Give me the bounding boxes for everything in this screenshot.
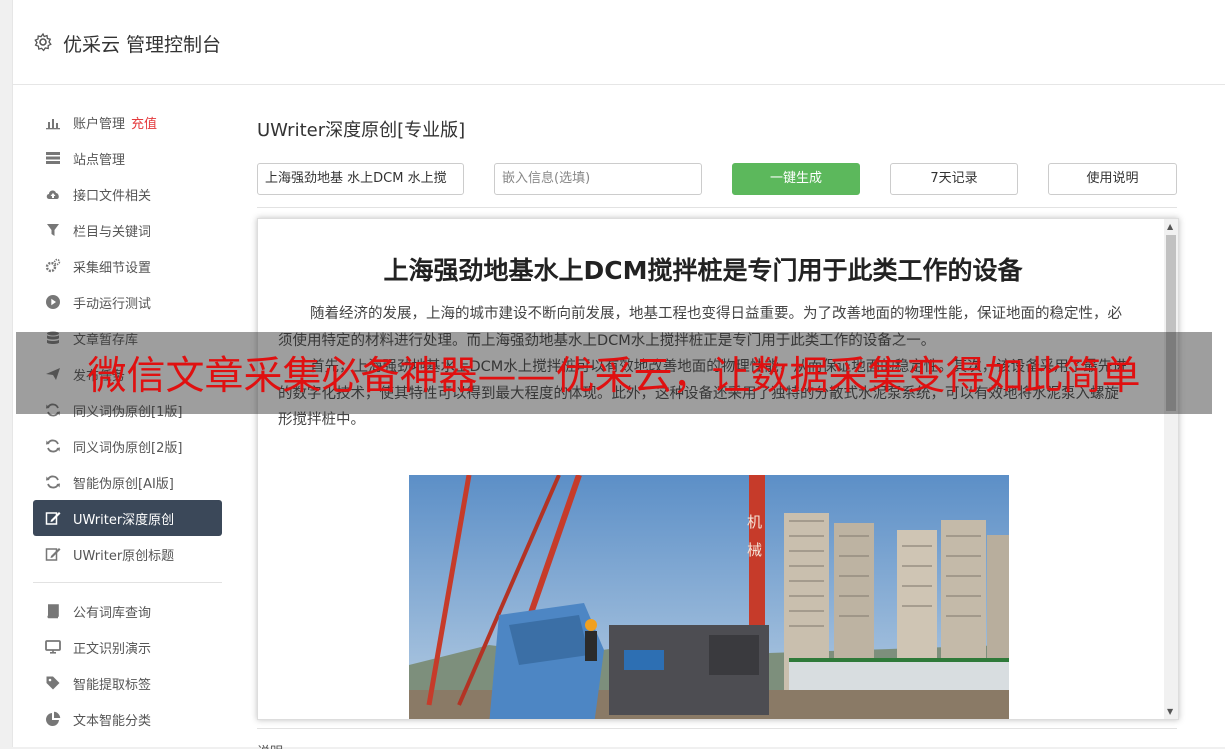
- sidebar: 账户管理 充值 站点管理 接口文件相关 栏目与关键词 采集细节设置 手动运行测试 文章暂存库发…: [33, 104, 243, 737]
- pie-chart-icon: [45, 711, 61, 727]
- edit-icon: [45, 510, 61, 526]
- notes-label: 说明: [257, 741, 283, 749]
- gear-icon: [33, 32, 53, 52]
- overlay-banner: 微信文章采集必备神器——优采云，让数据采集变得如此简单: [16, 332, 1212, 414]
- sidebar-item-server[interactable]: 站点管理: [33, 140, 222, 176]
- gears-icon: [45, 258, 61, 274]
- rig-lettering: 机: [747, 513, 762, 531]
- generate-button[interactable]: 一键生成: [732, 163, 860, 195]
- sidebar-item-label: 采集细节设置: [73, 260, 152, 276]
- article-editor[interactable]: 上海强劲地基水上DCM搅拌桩是专门用于此类工作的设备 随着经济的发展，上海的城市…: [257, 218, 1179, 720]
- server-icon: [45, 150, 61, 166]
- article-title: 上海强劲地基水上DCM搅拌桩是专门用于此类工作的设备: [383, 256, 1023, 285]
- divider: [257, 207, 1177, 208]
- sidebar-item-label: 智能伪原创[AI版]: [73, 476, 174, 492]
- book-icon: [45, 603, 61, 619]
- sidebar-divider: [33, 582, 222, 583]
- sidebar-item-filter[interactable]: 栏目与关键词: [33, 212, 222, 248]
- sidebar-item-label: 栏目与关键词: [73, 224, 152, 240]
- sidebar-item-label: 正文识别演示: [73, 641, 152, 657]
- sidebar-item-gears[interactable]: 采集细节设置: [33, 248, 222, 284]
- sidebar-item-label: 智能提取标签: [73, 677, 152, 693]
- editor-scrollbar[interactable]: ▲ ▼: [1164, 219, 1178, 719]
- sidebar-item-edit[interactable]: UWriter原创标题: [33, 536, 222, 572]
- app-title: 优采云 管理控制台: [63, 34, 222, 56]
- help-button[interactable]: 使用说明: [1048, 163, 1177, 195]
- scroll-down-icon[interactable]: ▼: [1167, 707, 1173, 716]
- sidebar-item-play[interactable]: 手动运行测试: [33, 284, 222, 320]
- cloud-upload-icon: [45, 186, 61, 202]
- article-photo: 机 械: [409, 475, 1009, 719]
- sidebar-item-refresh[interactable]: 同义词伪原创[2版]: [33, 428, 222, 464]
- keyword-input[interactable]: 上海强劲地基 水上DCM 水上搅: [257, 163, 464, 195]
- sidebar-item-monitor[interactable]: 正文识别演示: [33, 629, 222, 665]
- embed-info-input[interactable]: 嵌入信息(选填): [494, 163, 702, 195]
- bar-chart-icon: [45, 114, 61, 130]
- sidebar-item-label: 公有词库查询: [73, 605, 152, 621]
- edit-icon: [45, 546, 61, 562]
- sidebar-item-cloud-upload[interactable]: 接口文件相关: [33, 176, 222, 212]
- tag-icon: [45, 675, 61, 691]
- sidebar-item-label: UWriter深度原创: [73, 512, 175, 528]
- recharge-link[interactable]: 充值: [131, 113, 157, 132]
- refresh-icon: [45, 438, 61, 454]
- sidebar-item-label: 账户管理: [73, 116, 126, 132]
- play-icon: [45, 294, 61, 310]
- sidebar-item-refresh[interactable]: 智能伪原创[AI版]: [33, 464, 222, 500]
- sidebar-item-label: 同义词伪原创[2版]: [73, 440, 183, 456]
- scroll-up-icon[interactable]: ▲: [1167, 222, 1173, 231]
- sidebar-item-label: UWriter原创标题: [73, 548, 175, 564]
- sidebar-item-bar-chart[interactable]: 账户管理 充值: [33, 104, 222, 140]
- sidebar-item-edit[interactable]: UWriter深度原创: [33, 500, 222, 536]
- sidebar-item-label: 站点管理: [73, 152, 126, 168]
- sidebar-item-label: 文本智能分类: [73, 713, 152, 729]
- rig-lettering: 械: [747, 541, 762, 559]
- sidebar-item-label: 手动运行测试: [73, 296, 152, 312]
- monitor-icon: [45, 639, 61, 655]
- filter-icon: [45, 222, 61, 238]
- sidebar-item-book[interactable]: 公有词库查询: [33, 593, 222, 629]
- page-title: UWriter深度原创[专业版]: [257, 120, 466, 141]
- sidebar-item-label: 接口文件相关: [73, 188, 152, 204]
- banner-text: 微信文章采集必备神器——优采云，让数据采集变得如此简单: [87, 354, 1141, 399]
- sidebar-item-tag[interactable]: 智能提取标签: [33, 665, 222, 701]
- header: 优采云 管理控制台: [13, 0, 1225, 85]
- divider: [257, 728, 1177, 729]
- sidebar-item-pie-chart[interactable]: 文本智能分类: [33, 701, 222, 737]
- history-button[interactable]: 7天记录: [890, 163, 1018, 195]
- refresh-icon: [45, 474, 61, 490]
